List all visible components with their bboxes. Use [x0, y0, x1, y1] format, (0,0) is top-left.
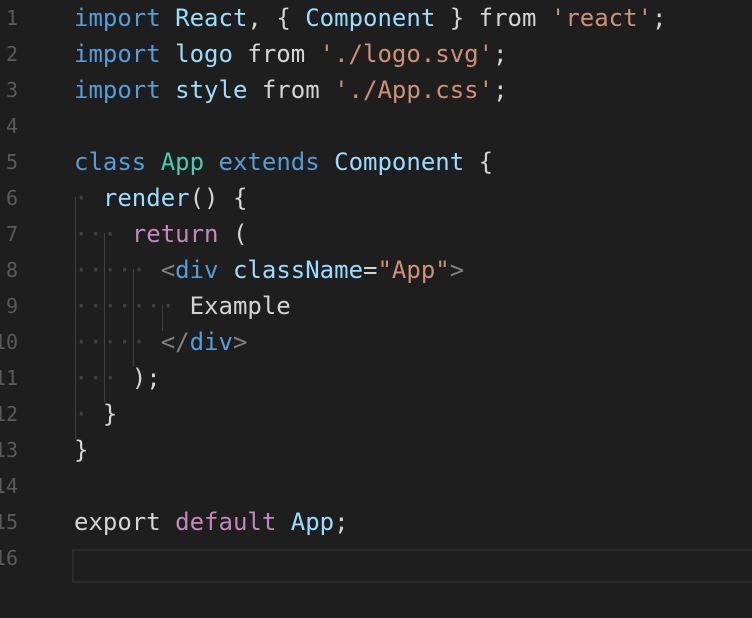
keyword: import — [74, 76, 161, 104]
line-number: 3 — [5, 78, 18, 102]
line-number: 5 — [5, 150, 18, 174]
punctuation: > — [449, 256, 465, 284]
code-line: 9 ······· Example — [0, 288, 752, 324]
code-line: 15 export default App; — [0, 504, 752, 540]
line-number: 1 — [5, 6, 18, 30]
punctuation: { — [232, 184, 248, 212]
keyword: return — [131, 220, 219, 248]
string-literal: './App.css' — [334, 76, 494, 104]
jsx-tag: div — [175, 256, 219, 284]
identifier: React — [175, 4, 248, 32]
identifier: Component — [334, 148, 465, 176]
string-literal: './logo.svg' — [319, 40, 494, 68]
jsx-attribute: className — [232, 256, 364, 284]
code-line: 6 · render() { — [0, 180, 752, 216]
code-line: 1 import React, { Component } from 'reac… — [0, 0, 752, 36]
punctuation: ; — [334, 508, 349, 536]
code-line: 4 — [0, 108, 752, 144]
code-line: 10 ····· </div> — [0, 324, 752, 360]
code-line: 5 class App extends Component { — [0, 144, 752, 180]
line-number: 15 — [0, 510, 18, 534]
code-line: 12 · } — [0, 396, 752, 432]
code-line: 13 } — [0, 432, 752, 468]
keyword: from — [478, 4, 537, 32]
string-literal: 'react' — [550, 4, 653, 32]
line-number: 12 — [0, 402, 18, 426]
code-line: 3 import style from './App.css'; — [0, 72, 752, 108]
keyword: extends — [218, 148, 320, 176]
line-number: 6 — [5, 186, 18, 210]
punctuation: = — [363, 256, 378, 284]
line-number: 9 — [5, 294, 18, 318]
keyword: import — [74, 40, 161, 68]
identifier: App — [290, 508, 335, 536]
line-number: 11 — [0, 366, 18, 390]
line-number: 10 — [0, 330, 18, 354]
punctuation: </ — [160, 328, 190, 356]
identifier: style — [175, 76, 248, 104]
line-number: 13 — [0, 438, 18, 462]
keyword: class — [74, 148, 147, 176]
keyword: import — [74, 4, 161, 32]
code-line: 14 — [0, 468, 752, 504]
keyword: from — [247, 40, 306, 68]
code-line: 7 ··· return ( — [0, 216, 752, 252]
punctuation: ; — [493, 76, 508, 104]
jsx-tag: div — [189, 328, 233, 356]
string-literal: "App" — [377, 256, 450, 284]
line-number: 2 — [5, 42, 18, 66]
line-number: 4 — [5, 114, 18, 138]
punctuation: ( — [232, 220, 248, 248]
class-name: App — [160, 148, 205, 176]
code-line-current[interactable]: 16 — [0, 540, 752, 576]
code-editor[interactable]: 1 import React, { Component } from 'reac… — [0, 0, 752, 618]
punctuation: ; — [493, 40, 508, 68]
punctuation: } — [74, 436, 89, 464]
keyword: export — [74, 508, 161, 536]
punctuation: } — [449, 4, 465, 32]
punctuation: { — [478, 148, 494, 176]
code-line: 8 ····· <div className="App"> — [0, 252, 752, 288]
identifier: logo — [175, 40, 233, 68]
punctuation: ; — [652, 4, 667, 32]
punctuation: } — [102, 400, 118, 428]
code-line: 11 ··· ); — [0, 360, 752, 396]
line-number: 16 — [0, 546, 18, 570]
punctuation: { — [276, 4, 291, 32]
punctuation: () — [189, 184, 219, 212]
punctuation: , — [247, 4, 262, 32]
punctuation: > — [232, 328, 248, 356]
keyword: default — [175, 508, 277, 536]
line-number: 8 — [5, 258, 18, 282]
code-line: 2 import logo from './logo.svg'; — [0, 36, 752, 72]
punctuation: ); — [131, 364, 161, 392]
identifier: Component — [305, 4, 436, 32]
jsx-text: Example — [189, 292, 291, 320]
line-number: 7 — [5, 222, 18, 246]
method-name: render — [102, 184, 190, 212]
keyword: from — [261, 76, 320, 104]
line-number: 14 — [0, 474, 18, 498]
punctuation: < — [160, 256, 176, 284]
